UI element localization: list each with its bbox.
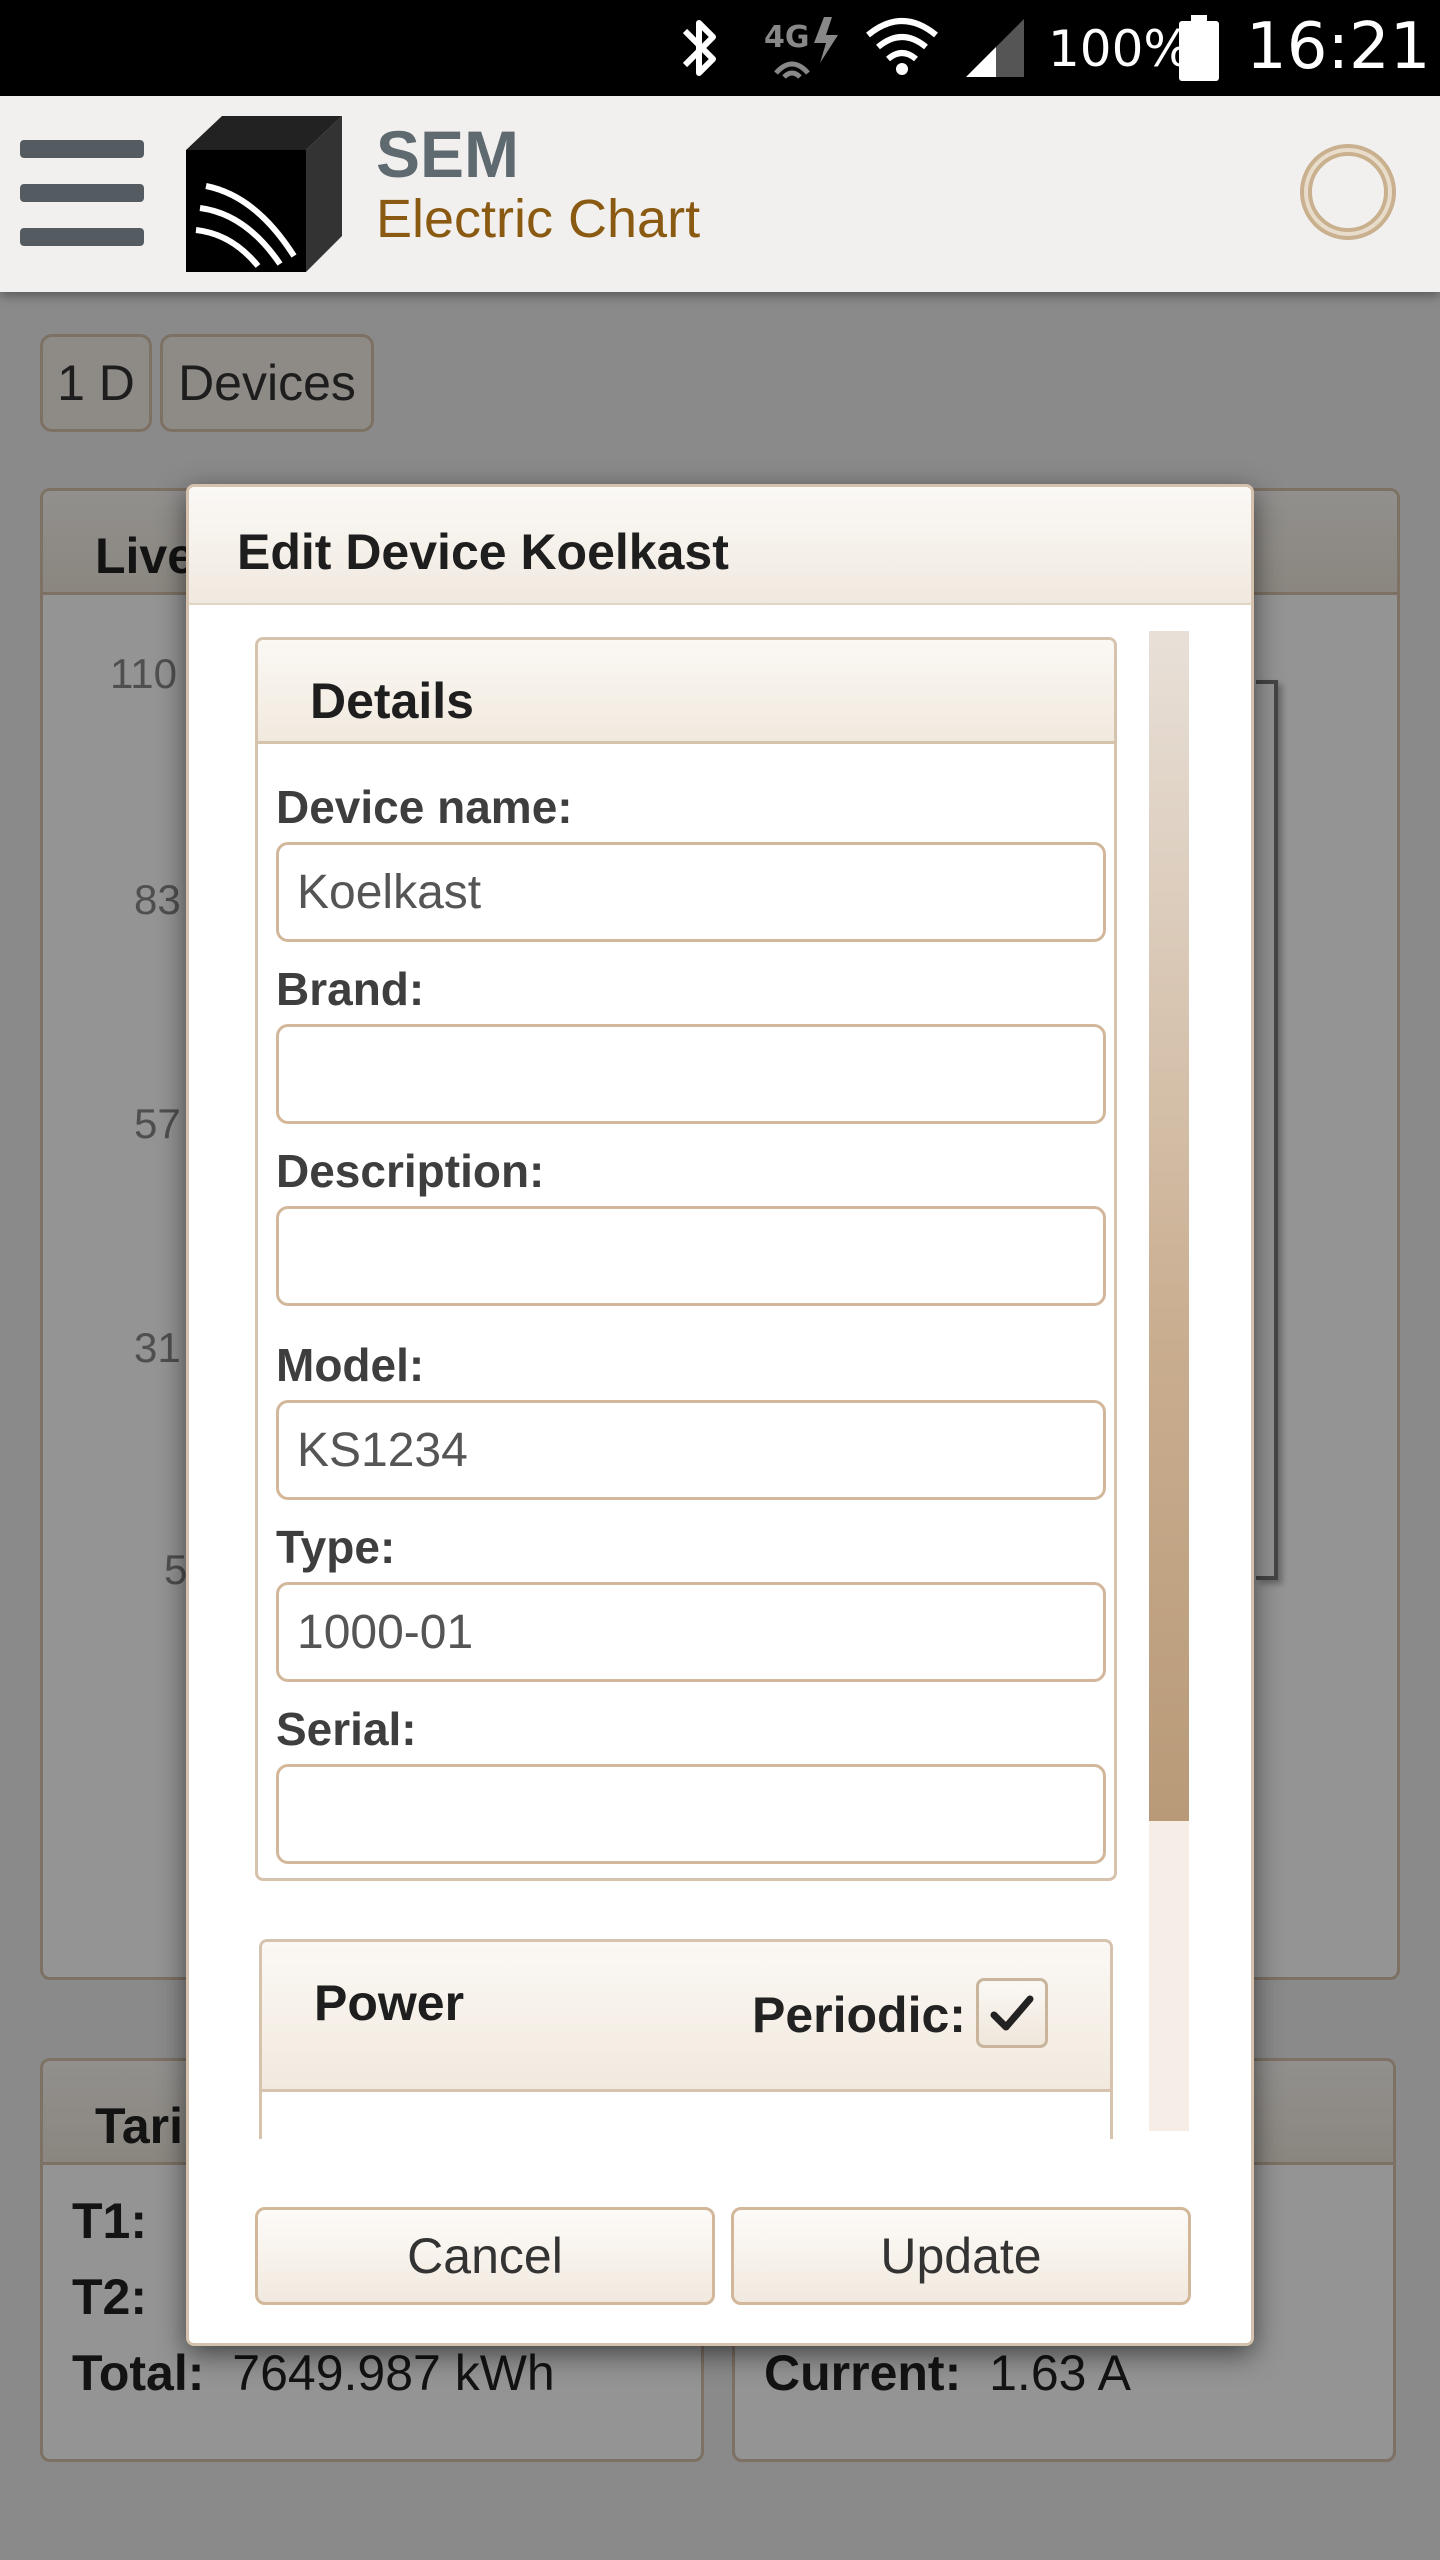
cube-logo-icon — [186, 116, 342, 272]
update-button[interactable]: Update — [731, 2207, 1191, 2305]
details-section-header: Details — [258, 640, 1114, 744]
description-label: Description: — [276, 1145, 545, 1197]
description-input[interactable] — [276, 1206, 1106, 1306]
menu-icon[interactable] — [20, 140, 144, 248]
app-header: SEM Electric Chart — [0, 96, 1440, 292]
type-input[interactable] — [276, 1582, 1106, 1682]
wifi-icon — [864, 14, 940, 82]
details-section: Details Device name: Brand: Description:… — [255, 637, 1117, 1881]
edit-device-dialog: Edit Device Koelkast Details Device name… — [186, 484, 1254, 2346]
serial-label: Serial: — [276, 1703, 417, 1755]
app-subtitle: Electric Chart — [376, 189, 701, 249]
cell-signal-icon — [960, 14, 1030, 82]
battery-percent: 100% — [1048, 20, 1191, 78]
checkmark-icon — [990, 1995, 1034, 2031]
refresh-ring-icon[interactable] — [1296, 140, 1400, 244]
details-section-title: Details — [310, 673, 474, 729]
periodic-checkbox[interactable] — [976, 1978, 1048, 2048]
type-label: Type: — [276, 1521, 396, 1573]
power-section-header: Power Periodic: — [262, 1942, 1110, 2092]
status-bar: 4G 100% 16:21 — [0, 0, 1440, 96]
app-title: SEM — [376, 117, 520, 191]
bluetooth-icon — [664, 14, 734, 82]
brand-label: Brand: — [276, 963, 425, 1015]
4g-data-icon: 4G — [762, 14, 852, 82]
brand-input[interactable] — [276, 1024, 1106, 1124]
clock: 16:21 — [1246, 10, 1431, 84]
periodic-label: Periodic: — [752, 1987, 966, 2043]
cancel-button[interactable]: Cancel — [255, 2207, 715, 2305]
power-section-title: Power — [314, 1975, 465, 2031]
dialog-title: Edit Device Koelkast — [237, 524, 729, 580]
device-name-label: Device name: — [276, 781, 573, 833]
dialog-header: Edit Device Koelkast — [189, 487, 1251, 605]
battery-icon — [1174, 14, 1224, 82]
model-input[interactable] — [276, 1400, 1106, 1500]
model-label: Model: — [276, 1339, 425, 1391]
scrollbar-thumb[interactable] — [1149, 631, 1189, 1821]
device-name-input[interactable] — [276, 842, 1106, 942]
svg-text:4G: 4G — [764, 20, 810, 55]
serial-input[interactable] — [276, 1764, 1106, 1864]
